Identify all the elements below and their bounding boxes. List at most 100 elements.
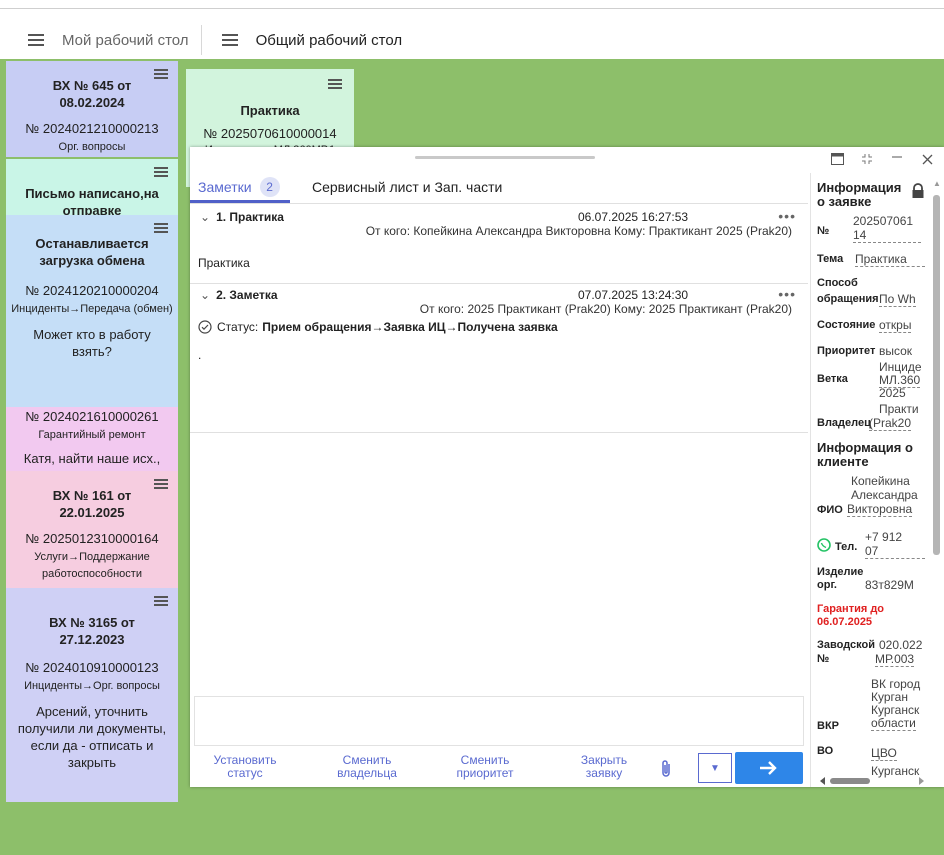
state-value: откры (879, 318, 912, 333)
card-number: № 2025012310000164 (25, 531, 159, 546)
branch-value: 2025 (879, 386, 906, 400)
ticket-number-value: 202507061 (853, 214, 914, 228)
product-label: орг. (817, 579, 837, 591)
card-category: Инциденты→Орг. вопросы (24, 680, 160, 692)
top-divider (0, 8, 944, 9)
branch-label: Ветка (817, 373, 848, 385)
card-menu-icon[interactable] (154, 479, 168, 489)
owner-value: Практи (879, 402, 919, 416)
horizontal-scrollbar[interactable] (820, 772, 924, 785)
card-number: № 2024010910000123 (25, 660, 159, 675)
change-owner-button[interactable]: Сменить владельца (330, 754, 404, 780)
change-priority-button[interactable]: Сменить приоритет (448, 754, 522, 780)
drag-handle[interactable] (415, 156, 595, 159)
vkr-value: области (871, 716, 916, 731)
divider (190, 432, 808, 433)
ticket-card[interactable]: ВХ № 645 от 08.02.2024 № 202402121000021… (6, 61, 178, 157)
card-number: № 2025070610000014 (203, 126, 337, 141)
lock-icon (911, 183, 925, 202)
note-date: 06.07.2025 16:27:53 (578, 210, 689, 224)
minimize-icon[interactable] (890, 152, 904, 166)
card-comment: Арсений, уточнить получили ли документы,… (17, 704, 167, 770)
ticket-card[interactable]: № 2024021610000261 Гарантийный ремонт Ка… (6, 407, 178, 471)
open-window-icon[interactable] (830, 152, 844, 166)
set-status-button[interactable]: Установить статус (212, 754, 278, 780)
more-icon[interactable]: ••• (778, 286, 796, 302)
warranty-label: Гарантия до (817, 603, 885, 615)
ticket-card[interactable]: Останавливается загрузка обмена № 202412… (6, 215, 178, 407)
divider (190, 283, 808, 284)
vo-label: ВО (817, 745, 834, 757)
notes-count-badge: 2 (259, 177, 280, 197)
close-icon[interactable] (920, 152, 934, 166)
note-title: 1. Практика (216, 210, 284, 224)
phone-value: +7 912 (865, 530, 903, 544)
vertical-scrollbar[interactable]: ▲ (933, 179, 941, 717)
action-bar: Установить статус Сменить владельца Смен… (190, 747, 808, 787)
send-button[interactable] (735, 752, 803, 784)
caret-down-icon: ▼ (710, 762, 720, 774)
card-menu-icon[interactable] (154, 69, 168, 79)
tab-common-desk[interactable]: Общий рабочий стол (202, 22, 415, 58)
card-category: Орг. вопросы (58, 141, 126, 153)
ticket-card[interactable]: ВХ № 161 от 22.01.2025 № 202501231000016… (6, 471, 178, 588)
scroll-thumb[interactable] (933, 195, 940, 555)
serial-value: 020.022 (879, 638, 923, 652)
scroll-up-icon[interactable]: ▲ (933, 179, 941, 188)
client-info-title: Информация о клиенте (817, 440, 913, 469)
tab-notes-label: Заметки (198, 179, 252, 195)
note-from: От кого: 2025 Практикант (Prak20) Кому: … (419, 302, 792, 316)
panel-tabs: Заметки 2 Сервисный лист и Зап. части (190, 173, 808, 204)
card-menu-icon[interactable] (328, 79, 342, 89)
method-label: обращения (817, 293, 879, 305)
chevron-down-icon[interactable]: ⌄ (200, 288, 210, 302)
ticket-info-sidebar: Информация о заявке 202507061 № 14 Тема … (810, 173, 933, 787)
status-label: Статус: (217, 320, 259, 334)
status-value: Прием обращения→Заявка ИЦ→Получена заявк… (262, 320, 558, 334)
note-from: От кого: Копейкина Александра Викторовна… (365, 224, 792, 238)
tab-service-sheet[interactable]: Сервисный лист и Зап. части (312, 179, 502, 195)
client-name-label: ФИО (817, 504, 843, 516)
warranty-date: 06.07.2025 (817, 616, 873, 628)
whatsapp-icon[interactable] (817, 538, 831, 555)
note-compose-input[interactable] (194, 696, 804, 746)
tab-my-desk-label: Мой рабочий стол (62, 31, 189, 49)
card-number: № 2024120210000204 (25, 283, 159, 298)
card-menu-icon[interactable] (154, 167, 168, 177)
ticket-panel: Заметки 2 Сервисный лист и Зап. части ⌄ 1… (190, 147, 944, 787)
owner-value: (Prak20 (869, 416, 912, 431)
product-value: 83т829М (865, 578, 914, 592)
note-date: 07.07.2025 13:24:30 (578, 288, 689, 302)
note-body: . (198, 348, 202, 362)
tab-my-desk[interactable]: Мой рабочий стол (0, 22, 201, 58)
topic-label: Тема (817, 253, 844, 265)
more-icon[interactable]: ••• (778, 208, 796, 224)
send-options-dropdown[interactable]: ▼ (698, 753, 732, 783)
send-icon (760, 761, 777, 775)
note-header[interactable]: ⌄ 2. Заметка (200, 288, 278, 302)
vkr-label: ВКР (817, 720, 839, 732)
state-label: Состояние (817, 319, 876, 331)
card-category: Гарантийный ремонт (38, 429, 146, 441)
card-menu-icon[interactable] (154, 223, 168, 233)
phone-label: Тел. (835, 541, 858, 553)
ticket-card[interactable]: Письмо написано,на отправке (6, 159, 178, 215)
client-name-value: Викторовна (847, 502, 913, 517)
info-title: Информация о заявке (817, 180, 902, 209)
phone-value: 07 (865, 545, 925, 559)
attach-icon[interactable] (660, 759, 672, 784)
chevron-down-icon[interactable]: ⌄ (200, 210, 210, 224)
tab-notes[interactable]: Заметки 2 (198, 177, 280, 197)
menu-icon (221, 34, 238, 46)
check-circle-icon (198, 320, 212, 334)
card-comment: Катя, найти наше исх., (23, 451, 161, 466)
note-header[interactable]: ⌄ 1. Практика (200, 210, 284, 224)
desktop-tabs: Мой рабочий стол Общий рабочий стол (0, 22, 414, 58)
priority-value: высок (879, 344, 913, 358)
ticket-card[interactable]: ВХ № 3165 от 27.12.2023 № 20240109100001… (6, 588, 178, 802)
card-menu-icon[interactable] (154, 596, 168, 606)
collapse-icon[interactable] (860, 152, 874, 166)
note-status: Статус: Прием обращения→Заявка ИЦ→Получе… (198, 320, 558, 334)
close-ticket-button[interactable]: Закрыть заявку (574, 754, 634, 780)
card-category: Услуги→Поддержание работоспособности (34, 551, 150, 580)
